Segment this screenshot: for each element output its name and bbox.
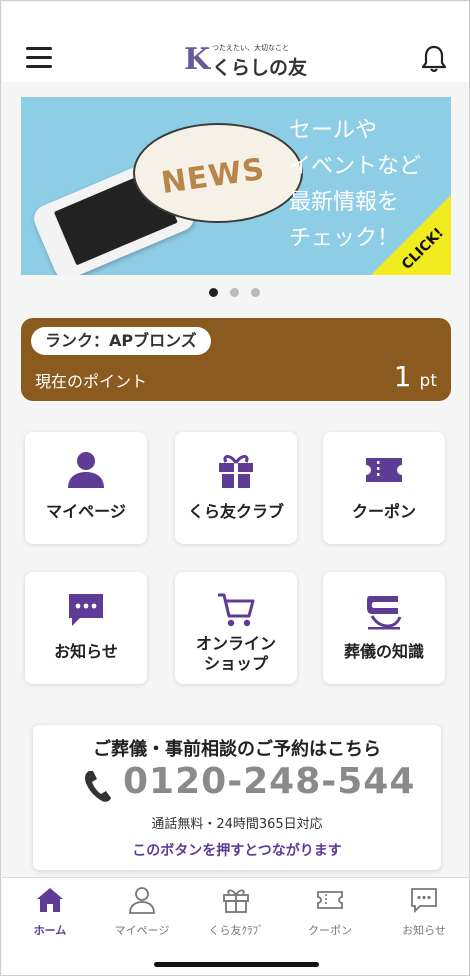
menu-tile-label: クーポン	[351, 502, 416, 521]
points-number: 1	[393, 360, 412, 393]
logo-text: くらしの友	[212, 57, 308, 79]
menu-tile-label-line: オンライン	[195, 634, 276, 653]
banner-line: イベントなど	[289, 154, 422, 179]
app-header: K つたえたい、大切なこと くらしの友	[2, 2, 469, 82]
rank-badge: ランク：APブロンズ	[31, 327, 211, 355]
news-banner[interactable]: NEWS セールや イベントなど 最新情報を チェック！ CLICK!	[21, 97, 451, 275]
points-unit: pt	[419, 371, 437, 391]
menu-tile-label: くら友クラブ	[187, 502, 284, 521]
book-icon	[367, 596, 402, 630]
tab-club[interactable]: くら友ｸﾗﾌﾞ	[191, 886, 281, 946]
chat-bubble-icon	[69, 594, 103, 626]
carousel-pagination	[209, 288, 269, 298]
telephone-icon	[85, 771, 111, 802]
tab-label: お知らせ	[402, 924, 446, 937]
consultation-title: ご葬儀・事前相談のご予約はこちら	[93, 739, 381, 760]
menu-tile-online-shop[interactable]: オンライン ショップ	[175, 572, 297, 684]
bottom-tab-bar: ホーム マイページ くら友ｸﾗﾌﾞ クーポン お知らせ	[2, 877, 469, 975]
banner-line: セールや	[289, 118, 378, 143]
menu-tile-knowledge[interactable]: 葬儀の知識	[323, 572, 445, 684]
menu-tile-label: お知らせ	[54, 642, 118, 661]
carousel-dot[interactable]	[251, 288, 260, 297]
tab-label: クーポン	[308, 924, 352, 937]
menu-tile-club[interactable]: くら友クラブ	[175, 432, 297, 544]
phone-number: 0120-248-544	[123, 761, 416, 802]
consultation-link: このボタンを押すとつながります	[132, 843, 342, 859]
person-outline-icon	[129, 887, 155, 914]
ticket-icon	[366, 458, 402, 482]
home-icon	[37, 888, 63, 912]
tab-coupon[interactable]: クーポン	[285, 886, 375, 946]
home-indicator	[154, 962, 319, 967]
notification-bell-icon[interactable]	[420, 44, 448, 74]
tab-label: ホーム	[33, 924, 67, 937]
menu-tile-coupon[interactable]: クーポン	[323, 432, 445, 544]
consultation-subtitle: 通話無料・24時間365日対応	[151, 817, 323, 832]
tab-label: くら友ｸﾗﾌﾞ	[208, 924, 264, 937]
person-icon	[68, 452, 104, 488]
carousel-dot[interactable]	[209, 288, 218, 297]
ticket-outline-icon	[317, 891, 343, 909]
brand-logo[interactable]: K つたえたい、大切なこと くらしの友	[184, 40, 307, 79]
menu-tile-mypage[interactable]: マイページ	[25, 432, 147, 544]
gift-icon	[219, 455, 253, 488]
logo-tagline: つたえたい、大切なこと	[212, 44, 289, 52]
menu-tile-label-line: ショップ	[203, 654, 268, 673]
app-frame: K つたえたい、大切なこと くらしの友 NEWS セールや イベントなど 最新情…	[0, 0, 470, 976]
cart-icon	[218, 593, 255, 627]
gift-outline-icon	[223, 889, 249, 913]
chat-outline-icon	[411, 888, 437, 914]
logo-mark: K	[184, 42, 211, 77]
menu-hamburger-icon[interactable]	[26, 47, 52, 69]
tab-home[interactable]: ホーム	[5, 886, 95, 946]
menu-tile-label: 葬儀の知識	[343, 642, 424, 661]
menu-tile-label: マイページ	[46, 502, 126, 521]
points-value: 1 pt	[394, 360, 437, 393]
tab-mypage[interactable]: マイページ	[97, 886, 187, 946]
tab-news[interactable]: お知らせ	[379, 886, 469, 946]
carousel-dot[interactable]	[230, 288, 239, 297]
tab-label: マイページ	[114, 924, 170, 937]
rank-card[interactable]: ランク：APブロンズ 現在のポイント 1 pt	[21, 318, 451, 401]
consultation-call-button[interactable]: ご葬儀・事前相談のご予約はこちら 0120-248-544 通話無料・24時間3…	[33, 725, 441, 870]
menu-tile-news[interactable]: お知らせ	[25, 572, 147, 684]
points-label: 現在のポイント	[35, 372, 148, 391]
